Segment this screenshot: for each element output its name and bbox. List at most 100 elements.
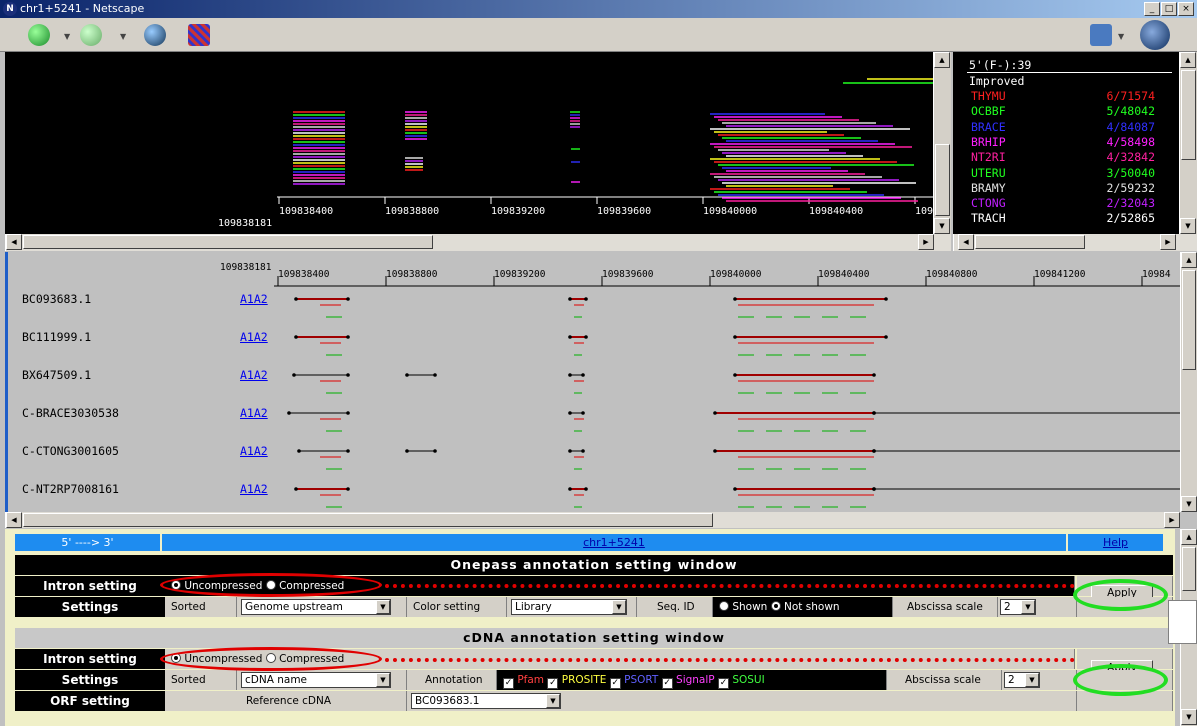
overview-hscrollbar[interactable]: ◀ ▶ (5, 234, 951, 251)
window-title: chr1+5241 - Netscape (20, 2, 145, 15)
cdna-reference-select[interactable]: BC093683.1 ▼ (411, 693, 561, 709)
cdna-row-link[interactable]: A1A2 (240, 292, 268, 306)
reload-icon[interactable] (144, 24, 166, 46)
scroll-left-icon[interactable]: ◀ (6, 234, 22, 250)
onepass-abscissa-select[interactable]: 2 ▼ (1000, 599, 1036, 615)
print-dropdown-icon[interactable]: ▼ (1118, 32, 1124, 41)
exon-endpoint (346, 373, 350, 377)
legend-vscrollbar[interactable]: ▲ ▼ (1179, 52, 1197, 234)
chevron-down-icon[interactable]: ▼ (612, 600, 626, 614)
scroll-right-icon[interactable]: ▶ (1160, 234, 1176, 250)
legend-count: 4/32842 (1106, 150, 1155, 165)
cdna-sorted-select[interactable]: cDNA name ▼ (241, 672, 391, 688)
cdna-row-link[interactable]: A1A2 (240, 406, 268, 420)
cdna-reference-select-cell: BC093683.1 ▼ (407, 691, 1077, 711)
cdna-row-name: C-NT2RP7008161 (22, 482, 119, 496)
scroll-left-icon[interactable]: ◀ (6, 512, 22, 528)
exon-endpoint (433, 449, 437, 453)
exon-endpoint (297, 449, 301, 453)
onepass-color-label: Color setting (413, 601, 481, 613)
onepass-shown-radio[interactable] (719, 601, 729, 611)
onepass-notshown-radio[interactable] (770, 601, 781, 611)
exon-endpoint (346, 449, 350, 453)
chevron-down-icon[interactable]: ▼ (546, 694, 560, 708)
scroll-up-icon[interactable]: ▲ (1181, 529, 1197, 545)
netscape-icon[interactable] (1140, 20, 1170, 50)
chevron-down-icon[interactable]: ▼ (1021, 600, 1035, 614)
scroll-up-icon[interactable]: ▲ (1181, 252, 1197, 268)
scroll-right-icon[interactable]: ▶ (1164, 512, 1180, 528)
exon-endpoint (405, 373, 409, 377)
print-icon[interactable] (1090, 24, 1112, 46)
overflow-box (1168, 600, 1197, 644)
cdna-row-link[interactable]: A1A2 (240, 330, 268, 344)
onepass-abscissa-cell: Abscissa scale (893, 597, 998, 617)
exon-endpoint (581, 373, 585, 377)
scroll-down-icon[interactable]: ▼ (1181, 496, 1197, 512)
cdna-row-link[interactable]: A1A2 (240, 368, 268, 382)
scroll-down-icon[interactable]: ▼ (934, 218, 950, 234)
scroll-thumb[interactable] (1182, 547, 1196, 591)
onepass-settings-row: Settings Sorted Genome upstream ▼ Color s… (15, 597, 1173, 617)
exon-endpoint (872, 411, 876, 415)
legend-hscrollbar[interactable]: ◀ ▶ (953, 234, 1197, 251)
legend-count: 2/32043 (1106, 196, 1155, 211)
legend-count: 6/71574 (1106, 89, 1155, 103)
chevron-down-icon[interactable]: ▼ (376, 600, 390, 614)
scroll-left-icon[interactable]: ◀ (958, 234, 974, 250)
legend-row: TRACH 2/52865 (971, 211, 1167, 226)
cdna-settings-label: Settings (15, 670, 165, 690)
scroll-thumb[interactable] (23, 235, 433, 249)
scroll-thumb[interactable] (1182, 270, 1196, 370)
detail-vscrollbar[interactable]: ▲ ▼ (1180, 252, 1197, 512)
forward-dropdown-icon[interactable]: ▼ (120, 32, 126, 41)
scroll-thumb[interactable] (23, 513, 713, 527)
back-dropdown-icon[interactable]: ▼ (64, 32, 70, 41)
chevron-down-icon[interactable]: ▼ (376, 673, 390, 687)
chevron-down-icon[interactable]: ▼ (1025, 673, 1039, 687)
onepass-color-select[interactable]: Library ▼ (511, 599, 627, 615)
cdna-abscissa-select[interactable]: 2 ▼ (1004, 672, 1040, 688)
psort-checkbox[interactable]: ✓ (609, 678, 621, 689)
detail-hscrollbar[interactable]: ◀ ▶ (5, 512, 1180, 528)
signalp-checkbox[interactable]: ✓ (661, 678, 673, 689)
prosite-label: PROSITE (561, 674, 607, 686)
onepass-sorted-select[interactable]: Genome upstream ▼ (241, 599, 391, 615)
close-button[interactable]: × (1178, 2, 1194, 16)
scroll-thumb[interactable] (1181, 70, 1196, 160)
cdna-reference-label: Reference cDNA (245, 695, 332, 707)
pfam-checkbox[interactable]: ✓ (503, 678, 514, 689)
chr-link[interactable]: chr1+5241 (583, 536, 645, 549)
tick-label: 109839600 (602, 269, 654, 280)
exon-endpoint (346, 411, 350, 415)
scroll-right-icon[interactable]: ▶ (918, 234, 934, 250)
back-icon[interactable] (28, 24, 50, 46)
onepass-notshown-label: Not shown (784, 601, 840, 613)
netscape-logo-icon: N (3, 2, 17, 16)
cdna-row-link[interactable]: A1A2 (240, 444, 268, 458)
cdna-row-name: BC093683.1 (22, 292, 92, 306)
exon-endpoint (733, 335, 737, 339)
minimize-button[interactable]: _ (1144, 2, 1160, 16)
forward-icon[interactable] (80, 24, 102, 46)
onepass-color-select-cell: Library ▼ (507, 597, 637, 617)
cdna-settings-row: Settings Sorted cDNA name ▼ Annotation ✓ … (15, 670, 1173, 690)
security-icon[interactable] (188, 24, 210, 46)
highlight-oval (160, 573, 382, 597)
legend-row: NT2RI 4/32842 (971, 150, 1167, 165)
maximize-button[interactable]: □ (1161, 2, 1177, 16)
help-link[interactable]: Help (1103, 536, 1128, 549)
scroll-up-icon[interactable]: ▲ (1180, 52, 1196, 68)
scroll-thumb[interactable] (975, 235, 1085, 249)
sosui-checkbox[interactable]: ✓ (717, 678, 729, 689)
prosite-checkbox[interactable]: ✓ (547, 678, 559, 689)
scroll-down-icon[interactable]: ▼ (1181, 709, 1197, 725)
scroll-up-icon[interactable]: ▲ (934, 52, 950, 68)
overview-vscrollbar[interactable]: ▲ ▼ (933, 52, 951, 234)
exon-endpoint (713, 411, 717, 415)
cdna-row-link[interactable]: A1A2 (240, 482, 268, 496)
scroll-thumb[interactable] (935, 144, 950, 216)
highlight-oval (1073, 664, 1168, 696)
exon-endpoint (346, 487, 350, 491)
scroll-down-icon[interactable]: ▼ (1180, 218, 1196, 234)
